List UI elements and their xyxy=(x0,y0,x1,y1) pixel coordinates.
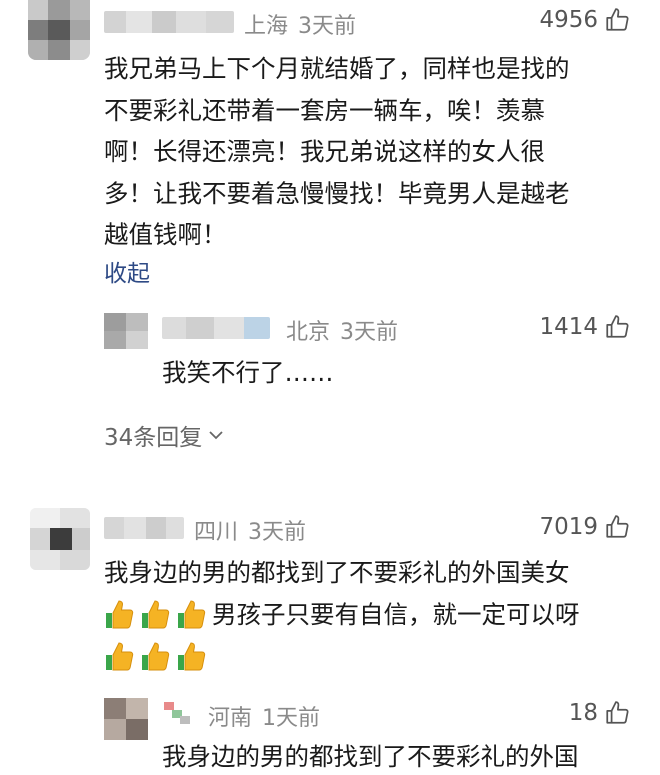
avatar[interactable] xyxy=(28,0,90,60)
username-blurred[interactable] xyxy=(104,517,184,539)
like-count: 1414 xyxy=(539,314,598,340)
timestamp: 1天前 xyxy=(262,706,321,731)
thumbs-up-emoji-icon xyxy=(178,600,206,629)
thumbs-up-outline-icon xyxy=(606,8,629,31)
reply-username-blurred[interactable] xyxy=(162,700,196,726)
like-count: 18 xyxy=(568,700,598,726)
location: 四川 xyxy=(194,520,239,545)
reply-avatar[interactable] xyxy=(104,698,148,740)
location: 上海 xyxy=(244,14,289,39)
timestamp: 3天前 xyxy=(298,14,357,39)
view-replies-link[interactable]: 34条回复 xyxy=(104,418,226,452)
thumbs-up-outline-icon xyxy=(606,701,629,724)
comment-meta: 上海 3天前 xyxy=(244,8,366,40)
reply-avatar[interactable] xyxy=(104,313,148,349)
thumbs-up-outline-icon xyxy=(606,315,629,338)
like-button[interactable]: 4956 xyxy=(539,7,630,33)
comment-meta: 四川 3天前 xyxy=(194,514,316,546)
reply-username-blurred[interactable] xyxy=(162,317,270,339)
like-count: 7019 xyxy=(539,514,598,540)
timestamp: 3天前 xyxy=(248,520,307,545)
reply-body: 我笑不行了…… xyxy=(162,358,334,387)
collapse-link[interactable]: 收起 xyxy=(104,254,150,288)
thumbs-up-emoji-icon xyxy=(142,600,170,629)
chevron-down-icon xyxy=(209,431,223,440)
reply-meta: 北京 3天前 xyxy=(286,314,408,346)
like-button[interactable]: 7019 xyxy=(539,514,630,540)
location: 北京 xyxy=(286,320,331,345)
username-blurred[interactable] xyxy=(104,11,234,33)
comment-body: 我兄弟马上下个月就结婚了，同样也是找的 不要彩礼还带着一套房一辆车，唉！羡慕 啊… xyxy=(104,54,570,249)
timestamp: 3天前 xyxy=(340,320,399,345)
like-count: 4956 xyxy=(539,7,598,33)
reply-like-button[interactable]: 18 xyxy=(569,700,630,726)
location: 河南 xyxy=(208,706,253,731)
thumbs-up-emoji-icon xyxy=(106,600,134,629)
thumbs-up-outline-icon xyxy=(606,515,629,538)
comment-body: 我身边的男的都找到了不要彩礼的外国美女 男孩子只要有自信，就一定可以呀 xyxy=(104,552,644,677)
thumbs-up-emoji-icon xyxy=(178,642,206,671)
thumbs-up-emoji-icon xyxy=(142,642,170,671)
reply-like-button[interactable]: 1414 xyxy=(539,314,630,340)
thumbs-up-emoji-icon xyxy=(106,642,134,671)
reply-body: 我身边的男的都找到了不要彩礼的外国 xyxy=(162,742,579,771)
avatar[interactable] xyxy=(30,508,90,570)
reply-meta: 河南 1天前 xyxy=(208,700,330,732)
